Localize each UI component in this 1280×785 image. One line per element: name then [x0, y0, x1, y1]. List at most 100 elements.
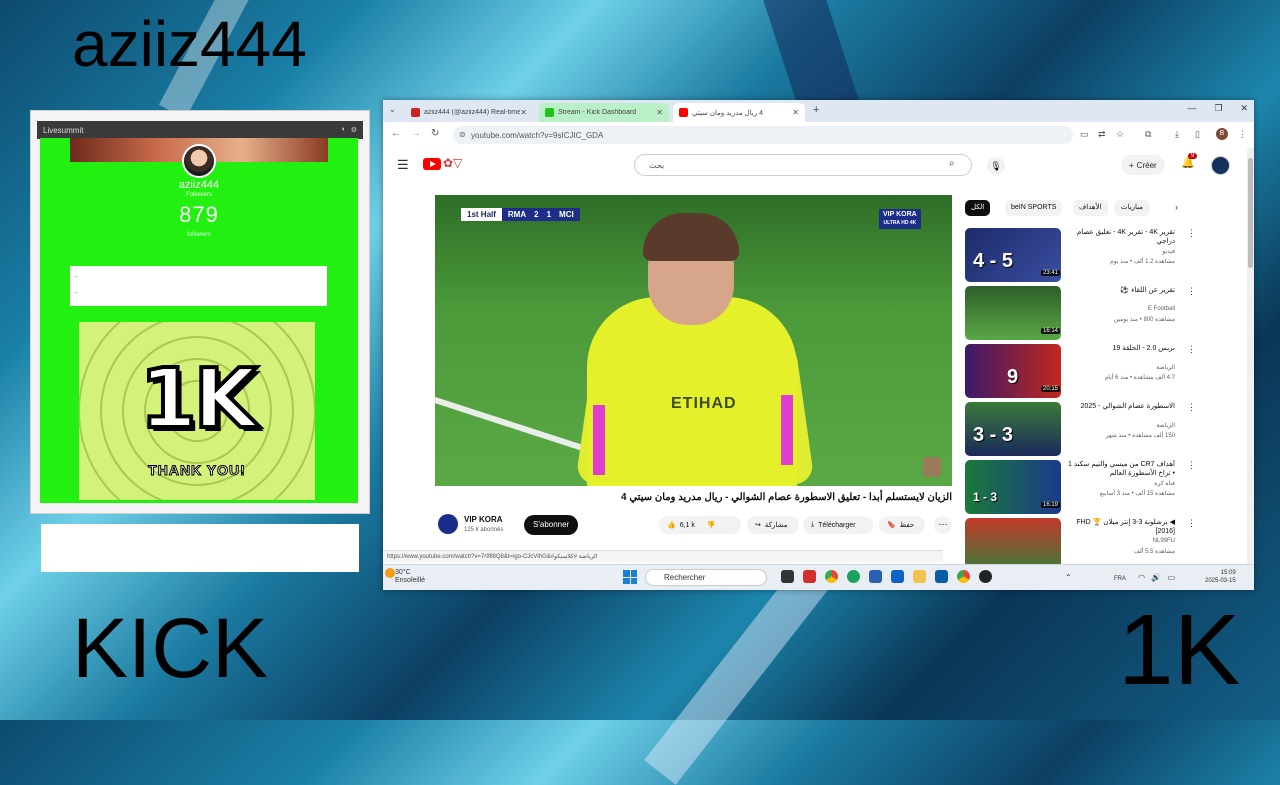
word-icon[interactable] — [869, 570, 882, 583]
sidepanel-icon[interactable]: ▯ — [1195, 129, 1200, 140]
wifi-icon[interactable]: ◠ — [1138, 573, 1145, 582]
page-scrollbar[interactable] — [1247, 148, 1254, 564]
subscribe-button[interactable]: S'abonner — [524, 515, 579, 535]
recommended-video[interactable]: ◀ برشلونة 3-3 إنتر ميلان 🏆 FHD [2016] NL… — [965, 518, 1247, 564]
video-thumbnail[interactable]: 1 - 3 16:19 — [965, 460, 1061, 514]
recommended-title[interactable]: بريس 2.0 - الحلقة 19 — [1065, 344, 1175, 353]
edge-icon[interactable] — [847, 570, 860, 583]
video-thumbnail[interactable]: 16:14 — [965, 286, 1061, 340]
tab-kick-dashboard[interactable]: Stream - Kick Dashboard ✕ — [539, 103, 669, 122]
tab-tiktok-live[interactable]: aziiz444 (@aziiz444) Real-time Li... ✕ — [405, 103, 533, 122]
microphone-icon[interactable]: 🎙 — [987, 157, 1005, 175]
browser-menu-icon[interactable]: ⋮ — [1238, 129, 1247, 140]
youtube-logo-icon[interactable] — [423, 158, 441, 170]
video-player[interactable]: ETIHAD 1st Half RMA 2 1 MCI VIP KORA ULT… — [435, 195, 952, 486]
reload-icon[interactable]: ↻ — [431, 128, 439, 139]
create-button[interactable]: + Créer — [1121, 155, 1165, 175]
cast-icon[interactable]: ▭ — [1080, 129, 1089, 140]
weather-sun-icon[interactable] — [385, 568, 395, 578]
close-tab-icon[interactable]: ✕ — [520, 108, 527, 117]
chevron-right-icon[interactable]: › — [1175, 202, 1178, 212]
more-actions-button[interactable]: ⋯ — [934, 516, 952, 534]
recommended-video[interactable]: 1 - 3 16:19 أهداف CR7 من ميسي والتيم سكن… — [965, 460, 1247, 514]
recommended-channel[interactable]: قناة كرة — [1065, 480, 1175, 487]
video-thumbnail[interactable] — [965, 518, 1061, 564]
video-thumbnail[interactable]: 9 20:15 — [965, 344, 1061, 398]
bookmark-star-icon[interactable]: ☆ — [1116, 129, 1124, 140]
maximize-icon[interactable]: ❐ — [1214, 103, 1222, 114]
close-window-icon[interactable]: ✕ — [1240, 103, 1248, 114]
search-icon[interactable]: ⌕ — [949, 158, 955, 169]
dell-icon[interactable] — [935, 570, 948, 583]
moon-icon[interactable]: ◑ — [340, 126, 344, 134]
battery-icon[interactable]: ▭ — [1168, 573, 1176, 582]
chip-matches[interactable]: مباريات — [1115, 200, 1150, 216]
video-thumbnail[interactable]: 3 - 3 — [965, 402, 1061, 456]
browser-profile-avatar[interactable]: B — [1216, 128, 1228, 140]
chip-all[interactable]: الكل — [965, 200, 991, 216]
recommended-video[interactable]: 3 - 3 الاسطورة عصام الشوالي - 2025 الريا… — [965, 402, 1247, 456]
tab-list-icon[interactable]: ⌄ — [389, 105, 396, 114]
chip-goals[interactable]: الأهداف — [1073, 200, 1108, 216]
taskbar-clock[interactable]: 15:09 2025-03-15 — [1205, 569, 1236, 585]
close-tab-icon[interactable]: ✕ — [792, 108, 799, 117]
recommended-video[interactable]: 9 20:15 بريس 2.0 - الحلقة 19 الرياضة 4.7… — [965, 344, 1247, 398]
download-button[interactable]: ⤓ Télécharger — [803, 516, 873, 534]
recommended-title[interactable]: تقرير عن اللقاء ⚽ — [1065, 286, 1175, 295]
minimize-icon[interactable]: — — [1187, 103, 1196, 114]
chrome-icon[interactable] — [825, 570, 838, 583]
kebab-menu-icon[interactable]: ⋮ — [1187, 344, 1196, 355]
channel-name[interactable]: VIP KORA — [464, 515, 503, 524]
recommended-channel[interactable]: E Football — [1065, 306, 1175, 312]
close-tab-icon[interactable]: ✕ — [656, 108, 663, 117]
scrollbar-thumb[interactable] — [1248, 158, 1253, 268]
mcafee-icon[interactable] — [803, 570, 816, 583]
settings-icon[interactable]: ⚙ — [351, 126, 357, 134]
lang-indicator[interactable]: FRA — [1114, 576, 1126, 582]
obs-icon[interactable] — [979, 570, 992, 583]
recommended-title[interactable]: ◀ برشلونة 3-3 إنتر ميلان 🏆 FHD [2016] — [1065, 518, 1175, 536]
thumbs-up-icon[interactable]: 👍 — [667, 521, 676, 529]
chip-bein-sports[interactable]: beIN SPORTS — [1005, 200, 1063, 216]
tab-youtube-active[interactable]: 4 ريال مدريد ومان سيتي ✕ — [673, 103, 805, 122]
outlook-icon[interactable] — [891, 570, 904, 583]
kebab-menu-icon[interactable]: ⋮ — [1187, 460, 1196, 471]
video-thumbnail[interactable]: 4 - 5 23:41 — [965, 228, 1061, 282]
volume-icon[interactable]: 🔊 — [1151, 573, 1161, 582]
taskbar-search-input[interactable]: Rechercher — [645, 569, 767, 586]
extensions-icon[interactable]: ⧉ — [1145, 129, 1151, 140]
kebab-menu-icon[interactable]: ⋮ — [1187, 402, 1196, 413]
task-view-icon[interactable] — [781, 570, 794, 583]
recommended-channel[interactable]: الرياضة — [1065, 422, 1175, 429]
kebab-menu-icon[interactable]: ⋮ — [1187, 228, 1196, 239]
thumbs-down-icon[interactable]: 👎 — [707, 521, 716, 529]
hamburger-menu-icon[interactable]: ☰ — [397, 157, 409, 173]
recommended-channel[interactable]: فيديو — [1065, 248, 1175, 255]
url-input[interactable]: ⊜ youtube.com/watch?v=9sICJIC_GDA — [453, 126, 1073, 144]
weather-widget[interactable]: 30°C Ensoleillé — [395, 569, 425, 585]
new-tab-button[interactable]: + — [813, 104, 819, 116]
recommended-video[interactable]: 4 - 5 23:41 تقرير 4K - تقرير 4K - تعليق … — [965, 228, 1247, 282]
recommended-title[interactable]: أهداف CR7 من ميسي والتيم سكند 1 • تراخ ا… — [1065, 460, 1175, 478]
account-avatar[interactable] — [1211, 156, 1230, 175]
like-dislike-button[interactable]: 👍 6,1 k 👎 — [659, 516, 741, 534]
kebab-menu-icon[interactable]: ⋮ — [1187, 286, 1196, 297]
back-icon[interactable]: ← — [391, 128, 401, 139]
recommended-channel[interactable]: الرياضة — [1065, 364, 1175, 371]
windows-start-icon[interactable] — [623, 570, 637, 584]
search-input[interactable]: بحث — [634, 154, 972, 176]
share-button[interactable]: ↪ مشاركة — [747, 516, 799, 534]
doodle-icon[interactable]: ✿▽ — [443, 156, 462, 170]
chrome-active-icon[interactable] — [957, 570, 970, 583]
recommended-channel[interactable]: NL99FU — [1065, 538, 1175, 544]
forward-icon[interactable]: → — [411, 128, 421, 139]
save-button[interactable]: 🔖 حفظ — [879, 516, 925, 534]
recommended-title[interactable]: تقرير 4K - تقرير 4K - تعليق عصام دراجي — [1065, 228, 1175, 246]
recommended-title[interactable]: الاسطورة عصام الشوالي - 2025 — [1065, 402, 1175, 411]
recommended-video[interactable]: 16:14 تقرير عن اللقاء ⚽ E Football مشاهد… — [965, 286, 1247, 340]
site-info-icon[interactable]: ⊜ — [459, 130, 466, 139]
downloads-icon[interactable]: ⤓ — [1175, 129, 1179, 140]
translate-icon[interactable]: ⇄ — [1098, 129, 1106, 140]
kebab-menu-icon[interactable]: ⋮ — [1187, 518, 1196, 529]
channel-avatar[interactable] — [438, 514, 458, 534]
